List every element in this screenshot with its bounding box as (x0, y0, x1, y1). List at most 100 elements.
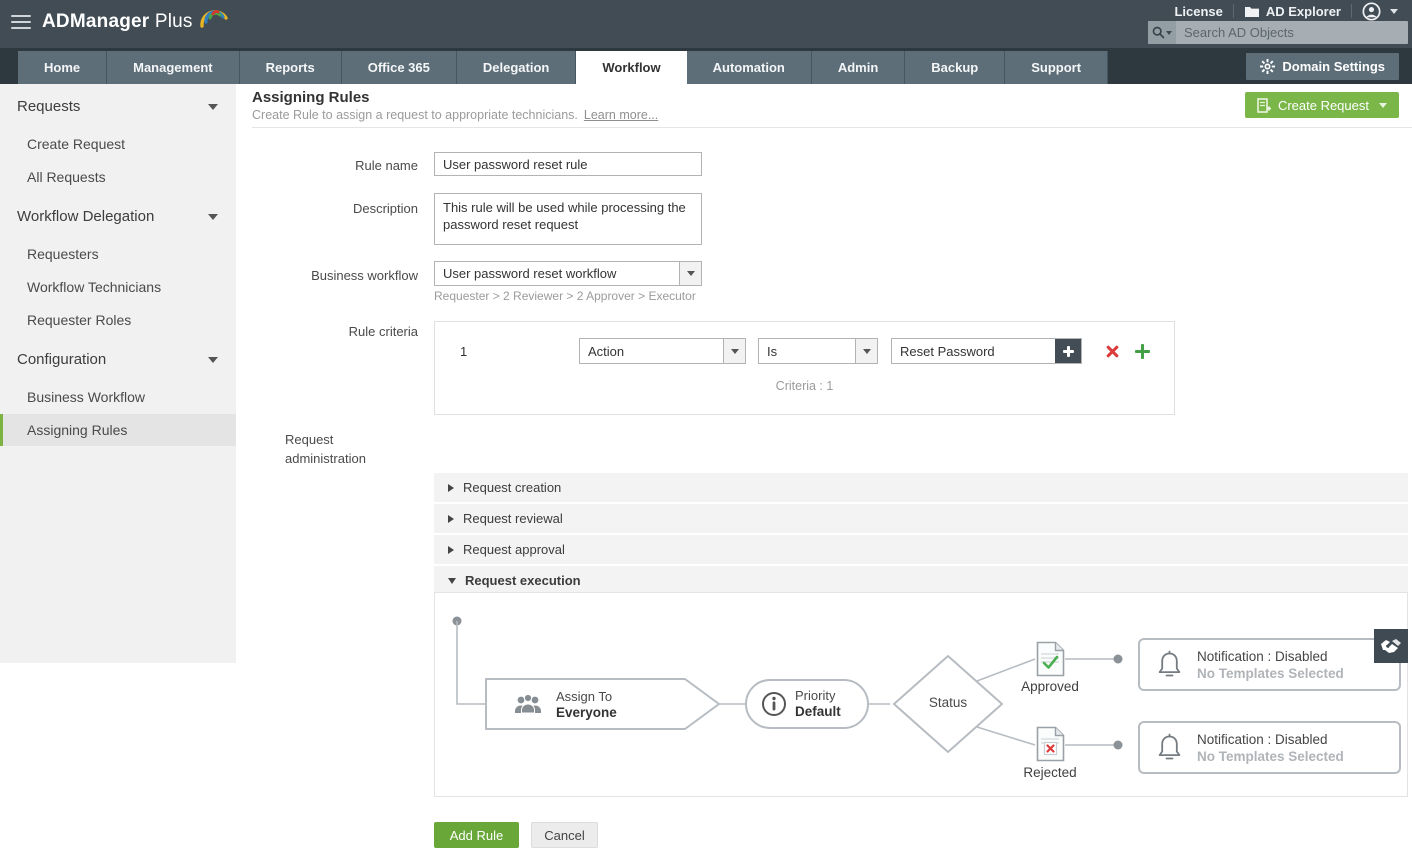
folder-icon (1244, 5, 1260, 18)
divider (1351, 4, 1352, 18)
sidebar-header-configuration[interactable]: Configuration (0, 337, 236, 380)
chevron-down-icon (208, 104, 218, 110)
tab-automation[interactable]: Automation (687, 51, 812, 84)
chevron-down-icon (208, 357, 218, 363)
chevron-down-icon (1390, 9, 1398, 14)
notification-template: No Templates Selected (1197, 749, 1344, 764)
tab-office-365[interactable]: Office 365 (342, 51, 457, 84)
handshake-icon (1380, 638, 1402, 654)
chevron-down-icon (448, 578, 456, 584)
nav-tabs: Home Management Reports Office 365 Deleg… (18, 51, 1108, 84)
learn-more-link[interactable]: Learn more... (584, 108, 658, 122)
sidebar-item-requesters[interactable]: Requesters (0, 238, 236, 270)
plus-icon (1063, 346, 1074, 357)
sidebar-item-create-request[interactable]: Create Request (0, 128, 236, 160)
user-account-menu[interactable] (1362, 2, 1398, 21)
accordion-request-creation[interactable]: Request creation (434, 473, 1408, 502)
sidebar-item-workflow-technicians[interactable]: Workflow Technicians (0, 271, 236, 303)
tab-delegation[interactable]: Delegation (457, 51, 576, 84)
sidebar-item-all-requests[interactable]: All Requests (0, 161, 236, 193)
approved-notification-node[interactable]: Notification : Disabled No Templates Sel… (1138, 638, 1401, 691)
sidebar-header-requests[interactable]: Requests (0, 84, 236, 127)
add-criteria-icon[interactable] (1135, 344, 1150, 359)
brand-logo[interactable]: ADManager Plus (42, 11, 193, 33)
criteria-attribute-select[interactable]: Action (579, 338, 746, 364)
sidebar-section-requests: Requests Create Request All Requests (0, 84, 236, 193)
ad-explorer-link[interactable]: AD Explorer (1244, 4, 1341, 19)
assign-to-node[interactable]: Assign ToEveryone (513, 689, 617, 721)
sidebar: Requests Create Request All Requests Wor… (0, 84, 236, 663)
feedback-handshake-tab[interactable] (1374, 629, 1408, 663)
sidebar-section-workflow-delegation: Workflow Delegation Requesters Workflow … (0, 194, 236, 336)
rejected-doc-icon[interactable] (1036, 726, 1065, 762)
brand-swoosh-icon (196, 4, 230, 36)
page-subtitle: Create Rule to assign a request to appro… (252, 108, 658, 122)
divider (1233, 4, 1234, 18)
accordion-request-approval[interactable]: Request approval (434, 535, 1408, 564)
bell-icon (1156, 650, 1183, 680)
sidebar-item-requester-roles[interactable]: Requester Roles (0, 304, 236, 336)
search-scope-button[interactable] (1148, 21, 1176, 44)
description-textarea[interactable]: This rule will be used while processing … (434, 193, 702, 245)
create-request-button[interactable]: Create Request (1245, 92, 1399, 118)
business-workflow-select[interactable]: User password reset workflow (434, 261, 702, 286)
add-rule-button[interactable]: Add Rule (434, 822, 519, 848)
criteria-value-field[interactable]: Reset Password (891, 338, 1082, 364)
chevron-right-icon (448, 515, 454, 523)
tab-management[interactable]: Management (107, 51, 239, 84)
main-content: Assigning Rules Create Rule to assign a … (236, 84, 1412, 852)
priority-node[interactable]: PriorityDefault (745, 679, 869, 729)
notification-status: Notification : Disabled (1197, 648, 1344, 666)
status-node-label: Status (894, 695, 1002, 710)
workflow-diagram: Assign ToEveryone PriorityDefault Status… (434, 592, 1408, 797)
license-link[interactable]: License (1174, 4, 1222, 19)
criteria-count: Criteria : 1 (435, 379, 1174, 393)
topbar-links: License AD Explorer (1174, 2, 1398, 20)
sidebar-header-workflow-delegation[interactable]: Workflow Delegation (0, 194, 236, 237)
criteria-row-index: 1 (460, 344, 467, 359)
tab-backup[interactable]: Backup (905, 51, 1005, 84)
rejected-label: Rejected (1010, 765, 1090, 780)
search-input[interactable] (1176, 21, 1408, 44)
chevron-down-icon (1166, 31, 1172, 35)
gear-icon (1260, 59, 1275, 74)
request-administration-label: Request administration (285, 430, 395, 468)
tab-home[interactable]: Home (18, 51, 107, 84)
top-bar: ADManager Plus License AD Explorer (0, 0, 1412, 48)
people-icon (513, 693, 543, 717)
delete-criteria-icon[interactable] (1105, 344, 1120, 359)
hamburger-menu-icon[interactable] (11, 15, 31, 31)
sidebar-item-assigning-rules[interactable]: Assigning Rules (0, 414, 236, 446)
cancel-button[interactable]: Cancel (531, 822, 598, 848)
notification-status: Notification : Disabled (1197, 731, 1344, 749)
tab-admin[interactable]: Admin (812, 51, 905, 84)
approved-doc-icon[interactable] (1036, 641, 1065, 677)
info-icon (761, 691, 787, 717)
workflow-path-text: Requester > 2 Reviewer > 2 Approver > Ex… (434, 289, 696, 303)
page-title: Assigning Rules (252, 89, 370, 106)
chevron-down-icon (679, 262, 701, 285)
pick-value-button[interactable] (1055, 339, 1081, 363)
notification-template: No Templates Selected (1197, 666, 1344, 681)
chevron-right-icon (448, 484, 454, 492)
domain-settings-button[interactable]: Domain Settings (1246, 53, 1399, 80)
description-label: Description (248, 201, 418, 216)
rule-criteria-label: Rule criteria (248, 324, 418, 339)
criteria-operator-select[interactable]: Is (758, 338, 878, 364)
approved-label: Approved (1010, 679, 1090, 694)
rule-name-label: Rule name (248, 158, 418, 173)
rejected-notification-node[interactable]: Notification : Disabled No Templates Sel… (1138, 721, 1401, 774)
tab-workflow[interactable]: Workflow (576, 51, 686, 84)
tab-support[interactable]: Support (1005, 51, 1108, 84)
ad-search (1148, 21, 1408, 44)
sidebar-item-business-workflow[interactable]: Business Workflow (0, 381, 236, 413)
accordion-request-reviewal[interactable]: Request reviewal (434, 504, 1408, 533)
chevron-down-icon (723, 339, 745, 363)
accordion-request-execution[interactable]: Request execution (434, 566, 1408, 595)
user-icon (1362, 2, 1381, 21)
brand-suffix: Plus (149, 11, 192, 32)
sidebar-section-configuration: Configuration Business Workflow Assignin… (0, 337, 236, 446)
rule-name-input[interactable] (434, 152, 702, 176)
tab-reports[interactable]: Reports (240, 51, 342, 84)
search-icon (1152, 26, 1165, 39)
